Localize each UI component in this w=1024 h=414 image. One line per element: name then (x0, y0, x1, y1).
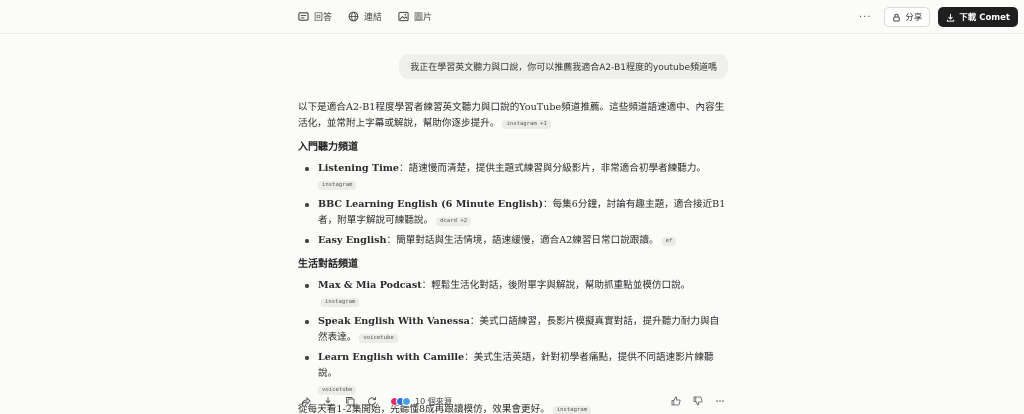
tab-links[interactable]: 連結 (348, 10, 382, 23)
thumbs-up-icon (671, 396, 681, 406)
source-favicons (390, 396, 411, 406)
channel-desc: ：簡單對話與生活情境，語速緩慢，適合A2練習日常口說跟讀。 (386, 235, 659, 246)
citation-badge[interactable]: dcard +2 (436, 217, 472, 226)
download-icon (324, 397, 332, 406)
list-item: Learn English with Camille：美式生活英語，針對初學者痛… (298, 350, 728, 398)
channel-desc: ：語速慢而清楚，提供主題式練習與分級影片，非常適合初學者練聽力。 (399, 163, 707, 174)
channel-list: Listening Time：語速慢而清楚，提供主題式練習與分級影片，非常適合初… (298, 161, 728, 249)
list-item: Max & Mia Podcast：輕鬆生活化對話，後附單字與解說，幫助抓重點並… (298, 278, 728, 310)
more-icon: ··· (858, 11, 872, 23)
citation-badge[interactable]: instagram (321, 298, 360, 307)
download-label: 下載 Comet (959, 13, 1010, 23)
share-label: 分享 (905, 13, 923, 23)
answer-actions-bar: 10 個來源 (298, 394, 728, 408)
tab-answer[interactable]: 回答 (298, 10, 332, 23)
channel-name: BBC Learning English (6 Minute English) (318, 199, 543, 210)
thumbs-down-button[interactable] (690, 394, 706, 408)
tab-links-label: 連結 (364, 13, 383, 23)
refresh-icon (368, 397, 376, 406)
thumbs-up-button[interactable] (668, 394, 684, 408)
copy-icon (346, 397, 355, 406)
citation-badge[interactable]: voicetube (359, 334, 398, 343)
sources-label: 10 個來源 (415, 396, 452, 406)
section-heading: 生活對話頻道 (298, 259, 358, 270)
top-bar: 回答 連結 圖片 ··· 分享 下載 Comet (0, 0, 1024, 34)
more-actions-button[interactable] (712, 394, 728, 408)
rewrite-button[interactable] (364, 394, 380, 408)
channel-name: Easy English (318, 235, 387, 246)
citation-badge[interactable]: instagram +1 (502, 120, 551, 129)
list-item: Listening Time：語速慢而清楚，提供主題式練習與分級影片，非常適合初… (298, 161, 728, 193)
more-icon (716, 400, 724, 402)
result-tabs: 回答 連結 圖片 (298, 10, 432, 23)
channel-desc: ：輕鬆生活化對話，後附單字與解說，幫助抓重點並模仿口說。 (421, 280, 691, 291)
share-button[interactable]: 分享 (884, 7, 931, 27)
download-icon (947, 13, 955, 22)
share-arrow-icon (301, 396, 311, 406)
copy-button[interactable] (342, 394, 358, 408)
download-comet-button[interactable]: 下載 Comet (938, 7, 1018, 27)
lock-icon (893, 13, 900, 22)
image-icon (398, 11, 409, 22)
channel-name: Listening Time (318, 163, 400, 174)
user-query-bubble: 我正在學習英文聽力與口說，你可以推薦我適合A2-B1程度的youtube頻道嗎 (399, 54, 728, 79)
more-options-button[interactable]: ··· (854, 7, 876, 27)
list-item: BBC Learning English (6 Minute English)：… (298, 197, 728, 229)
globe-icon (348, 11, 359, 22)
tab-images-label: 圖片 (414, 13, 433, 23)
answer-intro: 以下是適合A2-B1程度學習者練習英文聽力與口說的YouTube頻道推薦。這些頻… (298, 100, 728, 132)
list-item: Speak English With Vanessa：美式口語練習，長影片模擬真… (298, 314, 728, 346)
thumbs-down-icon (693, 396, 703, 406)
export-button[interactable] (320, 394, 336, 408)
channel-name: Max & Mia Podcast (318, 280, 422, 291)
tab-images[interactable]: 圖片 (398, 10, 432, 23)
answer-icon (298, 12, 309, 21)
channel-name: Speak English With Vanessa (318, 316, 470, 327)
section-heading: 入門聽力頻道 (298, 142, 358, 153)
share-answer-button[interactable] (298, 394, 314, 408)
tab-answer-label: 回答 (314, 13, 333, 23)
sources-button[interactable]: 10 個來源 (390, 396, 452, 407)
citation-badge[interactable]: ef (661, 237, 677, 246)
voicetube-source-icon (402, 396, 411, 406)
citation-badge[interactable]: instagram (318, 181, 357, 190)
list-item: Easy English：簡單對話與生活情境，語速緩慢，適合A2練習日常口說跟讀… (298, 233, 728, 249)
channel-name: Learn English with Camille (318, 352, 465, 363)
channel-list: Max & Mia Podcast：輕鬆生活化對話，後附單字與解說，幫助抓重點並… (298, 278, 728, 398)
answer-content: 以下是適合A2-B1程度學習者練習英文聽力與口說的YouTube頻道推薦。這些頻… (298, 100, 728, 414)
